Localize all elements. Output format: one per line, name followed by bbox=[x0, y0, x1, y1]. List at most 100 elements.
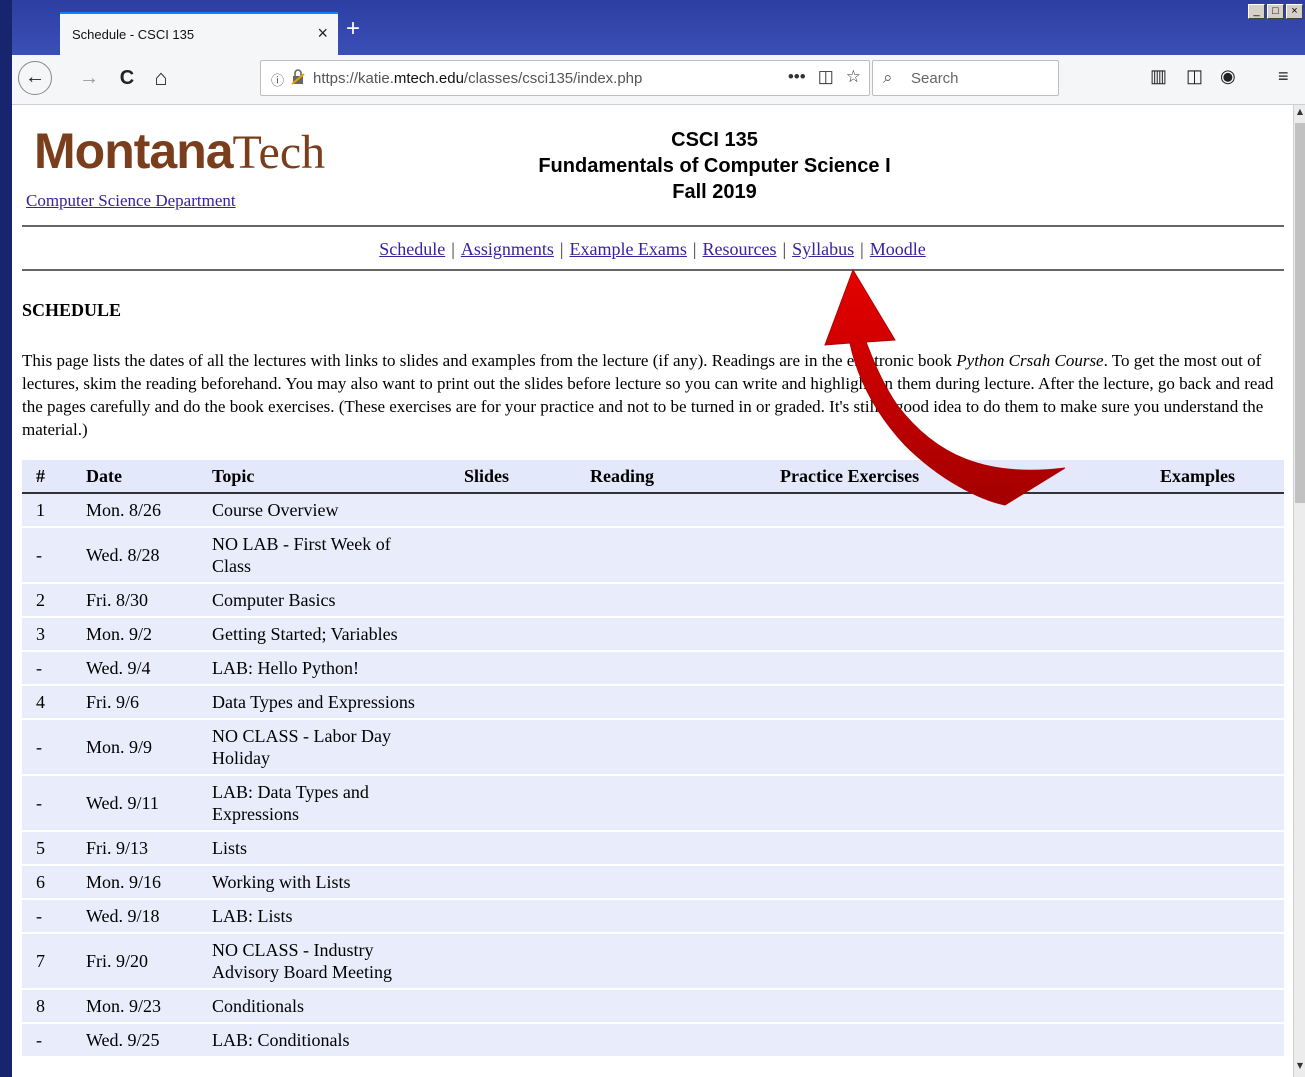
vertical-scrollbar[interactable]: ▲ ▼ bbox=[1293, 105, 1305, 1077]
url-text: https://katie.mtech.edu/classes/csci135/… bbox=[313, 70, 642, 87]
row-slides bbox=[464, 899, 590, 934]
row-date: Wed. 9/18 bbox=[86, 899, 212, 934]
info-icon[interactable]: ⓘ bbox=[271, 70, 284, 89]
schedule-table: # Date Topic Slides Reading Practice Exe… bbox=[22, 460, 1284, 1058]
row-date: Wed. 9/25 bbox=[86, 1023, 212, 1058]
row-examples bbox=[1160, 933, 1284, 990]
site-nav: Schedule | Assignments | Example Exams | Resou… bbox=[12, 239, 1293, 260]
nav-separator: | bbox=[692, 239, 697, 259]
dept-link[interactable]: Computer Science Department bbox=[26, 191, 236, 211]
bookmark-star-icon[interactable]: ☆ bbox=[846, 67, 861, 87]
pocket-icon[interactable]: ◫ bbox=[818, 67, 834, 87]
account-icon[interactable]: ◉ bbox=[1220, 66, 1236, 87]
row-num: - bbox=[22, 719, 86, 776]
row-examples bbox=[1160, 685, 1284, 720]
row-num: 1 bbox=[22, 493, 86, 528]
search-input[interactable]: ⌕ Search bbox=[872, 60, 1059, 96]
row-reading bbox=[590, 719, 780, 776]
table-body: 1 Mon. 8/26 Course Overview - Wed. 8/28 NO LA… bbox=[22, 493, 1284, 1058]
web-page: MontanaTech Computer Science Department … bbox=[12, 105, 1293, 1077]
table-row: - Wed. 9/18 LAB: Lists bbox=[22, 899, 1284, 934]
intro-paragraph: This page lists the dates of all the lec… bbox=[22, 349, 1284, 441]
url-path: /classes/csci135/index.php bbox=[463, 70, 643, 87]
row-date: Mon. 8/26 bbox=[86, 493, 212, 528]
forward-button[interactable]: → bbox=[74, 63, 104, 93]
table-row: - Wed. 9/11 LAB: Data Types and Expression… bbox=[22, 775, 1284, 832]
reload-button[interactable]: C bbox=[112, 63, 142, 93]
row-date: Fri. 9/20 bbox=[86, 933, 212, 990]
row-examples bbox=[1160, 527, 1284, 584]
tab-title: Schedule - CSCI 135 bbox=[72, 27, 195, 42]
logo-bold: Montana bbox=[34, 123, 234, 179]
menu-icon[interactable]: ≡ bbox=[1278, 66, 1289, 87]
maximize-button[interactable]: □ bbox=[1267, 4, 1284, 19]
row-practice bbox=[780, 617, 1160, 652]
home-button[interactable]: ⌂ bbox=[146, 63, 176, 93]
row-practice bbox=[780, 989, 1160, 1024]
sidebar-icon[interactable]: ◫ bbox=[1186, 66, 1203, 87]
minimize-button[interactable]: _ bbox=[1248, 4, 1265, 19]
row-practice bbox=[780, 865, 1160, 900]
back-button[interactable]: ← bbox=[18, 61, 52, 95]
row-num: 8 bbox=[22, 989, 86, 1024]
tab-close-icon[interactable]: × bbox=[317, 23, 328, 44]
course-term: Fall 2019 bbox=[672, 181, 757, 203]
row-examples bbox=[1160, 493, 1284, 528]
row-slides bbox=[464, 865, 590, 900]
row-examples bbox=[1160, 775, 1284, 832]
row-date: Fri. 9/6 bbox=[86, 685, 212, 720]
new-tab-button[interactable]: + bbox=[346, 17, 360, 41]
window-frame bbox=[0, 0, 12, 1077]
row-reading bbox=[590, 899, 780, 934]
library-icon[interactable]: ▥ bbox=[1150, 66, 1167, 87]
search-icon: ⌕ bbox=[883, 68, 893, 87]
row-num: 2 bbox=[22, 583, 86, 618]
row-topic: LAB: Conditionals bbox=[212, 1023, 464, 1058]
row-topic: Computer Basics bbox=[212, 583, 464, 618]
browser-tab[interactable]: Schedule - CSCI 135 × bbox=[60, 12, 338, 55]
nav-moodle[interactable]: Moodle bbox=[870, 239, 926, 259]
row-practice bbox=[780, 719, 1160, 776]
montana-tech-logo: MontanaTech bbox=[34, 122, 325, 180]
nav-assignments[interactable]: Assignments bbox=[461, 239, 554, 259]
scrollbar-thumb[interactable] bbox=[1295, 123, 1305, 503]
window-controls: _ □ × bbox=[1248, 4, 1303, 19]
insecure-lock-icon[interactable] bbox=[291, 69, 305, 85]
table-row: 2 Fri. 8/30 Computer Basics bbox=[22, 583, 1284, 618]
row-num: - bbox=[22, 899, 86, 934]
col-num: # bbox=[22, 460, 86, 494]
row-topic: Working with Lists bbox=[212, 865, 464, 900]
row-reading bbox=[590, 685, 780, 720]
row-examples bbox=[1160, 617, 1284, 652]
page-heading: SCHEDULE bbox=[22, 300, 122, 320]
col-reading: Reading bbox=[590, 460, 780, 494]
scroll-up-icon[interactable]: ▲ bbox=[1294, 107, 1305, 121]
nav-syllabus[interactable]: Syllabus bbox=[792, 239, 854, 259]
row-date: Mon. 9/16 bbox=[86, 865, 212, 900]
row-topic: NO CLASS - Industry Advisory Board Meeti… bbox=[212, 933, 464, 990]
row-reading bbox=[590, 831, 780, 866]
row-num: - bbox=[22, 1023, 86, 1058]
row-practice bbox=[780, 775, 1160, 832]
close-window-button[interactable]: × bbox=[1286, 4, 1303, 19]
nav-resources[interactable]: Resources bbox=[703, 239, 777, 259]
row-slides bbox=[464, 933, 590, 990]
browser-titlebar: Schedule - CSCI 135 × + _ □ × bbox=[0, 0, 1305, 1077]
row-date: Wed. 8/28 bbox=[86, 527, 212, 584]
row-topic: NO LAB - First Week of Class bbox=[212, 527, 464, 584]
nav-schedule[interactable]: Schedule bbox=[379, 239, 445, 259]
row-num: - bbox=[22, 651, 86, 686]
row-topic: LAB: Lists bbox=[212, 899, 464, 934]
col-examples: Examples bbox=[1160, 460, 1284, 494]
row-slides bbox=[464, 583, 590, 618]
logo-light: Tech bbox=[232, 126, 326, 179]
row-reading bbox=[590, 493, 780, 528]
scroll-down-icon[interactable]: ▼ bbox=[1294, 1061, 1305, 1075]
page-actions-icon[interactable]: ••• bbox=[788, 67, 806, 87]
table-row: 5 Fri. 9/13 Lists bbox=[22, 831, 1284, 866]
row-topic: Lists bbox=[212, 831, 464, 866]
row-date: Wed. 9/4 bbox=[86, 651, 212, 686]
course-name: Fundamentals of Computer Science I bbox=[538, 155, 891, 177]
nav-example-exams[interactable]: Example Exams bbox=[569, 239, 686, 259]
address-bar[interactable]: ⓘ https://katie.mtech.edu/classes/csci13… bbox=[260, 60, 870, 96]
